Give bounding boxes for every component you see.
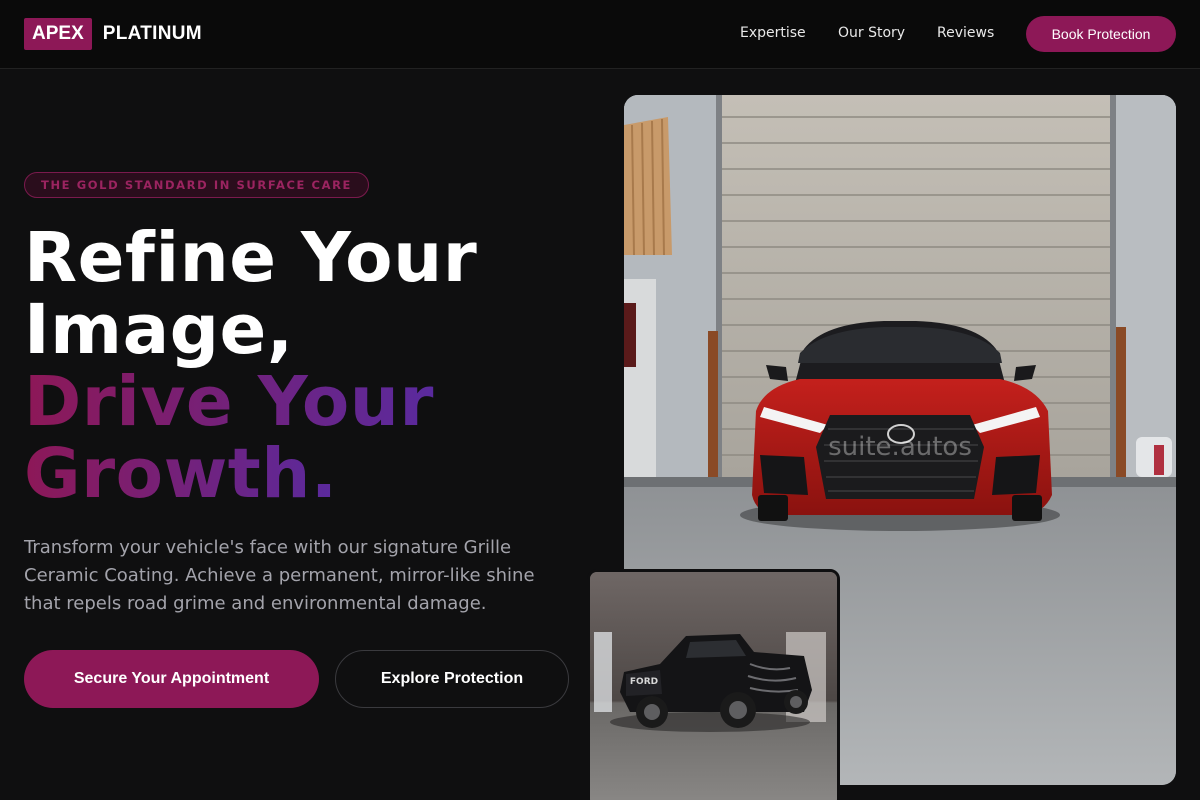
secure-appointment-button[interactable]: Secure Your Appointment [24,650,319,708]
hero-headline: Refine Your Image, Drive Your Growth. [24,222,604,510]
truck-plate-text: FORD [630,677,658,687]
headline-line-3: Drive Your [24,362,434,442]
watermark-text: suite.autos [828,432,972,462]
hero-description: Transform your vehicle's face with our s… [24,537,535,614]
nav-reviews[interactable]: Reviews [937,25,994,41]
logo-mark: APEX [24,18,92,50]
book-protection-button[interactable]: Book Protection [1026,16,1176,52]
headline-line-2: Image, [24,290,294,370]
nav-our-story[interactable]: Our Story [838,25,905,41]
hero-badge: THE GOLD STANDARD IN SURFACE CARE [24,172,369,198]
nav-expertise[interactable]: Expertise [740,25,806,41]
headline-line-1: Refine Your [24,218,478,298]
logo-text: PLATINUM [102,23,202,44]
explore-protection-button[interactable]: Explore Protection [335,650,569,708]
logo[interactable]: APEX PLATINUM [24,18,202,50]
site-header: APEX PLATINUM Expertise Our Story Review… [0,0,1200,69]
headline-line-4: Growth. [24,434,338,514]
truck-image: FORD [587,569,840,800]
